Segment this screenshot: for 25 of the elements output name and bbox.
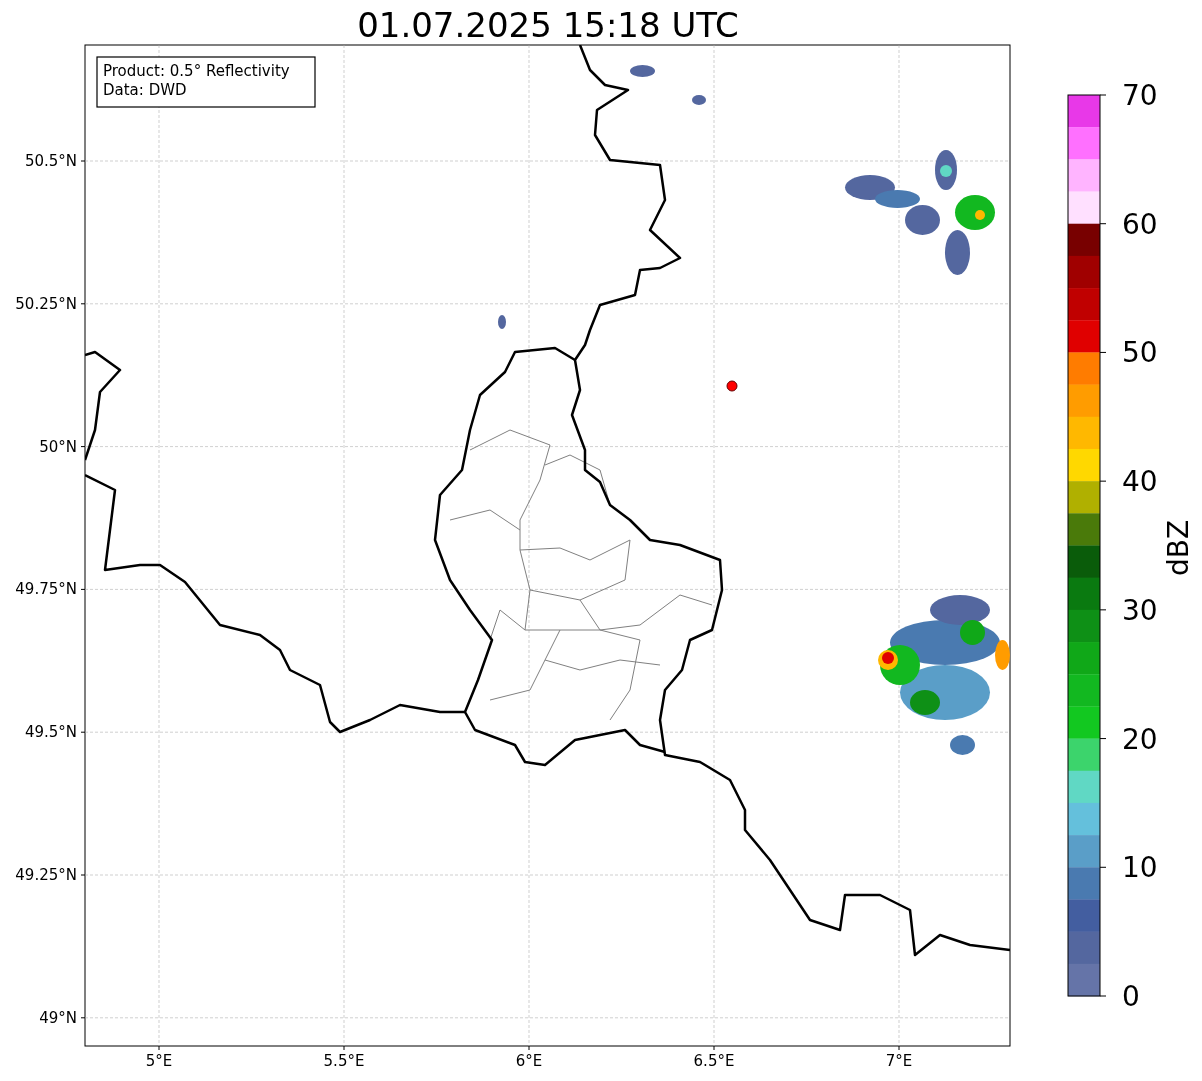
legend-text: Data: DWD (103, 81, 187, 99)
colorbar-tick-label: 20 (1122, 722, 1158, 756)
latitude-label: 49.5°N (24, 723, 77, 742)
figure-title: 01.07.2025 15:18 UTC (357, 5, 739, 45)
latitude-label: 49.75°N (15, 580, 77, 599)
latitude-label: 50.5°N (24, 152, 77, 170)
colorbar-tick-label: 30 (1122, 593, 1158, 627)
latitude-label: 50.25°N (15, 294, 77, 313)
latitude-label: 49.25°N (15, 866, 77, 884)
longitude-label: 5.5°E (323, 1052, 365, 1070)
colorbar-tick-label: 40 (1122, 465, 1158, 499)
colorbar-tick-label: 50 (1122, 336, 1158, 370)
longitude-label: 6°E (515, 1052, 543, 1070)
legend-text: Product: 0.5° Reflectivity (103, 62, 290, 80)
colorbar-tick-label: 0 (1122, 980, 1140, 1013)
latitude-label: 50°N (39, 437, 77, 456)
colorbar-tick-label: 70 (1122, 79, 1158, 112)
longitude-label: 5°E (145, 1052, 173, 1070)
colorbar-tick-label: 60 (1122, 207, 1158, 241)
latitude-label: 49°N (39, 1008, 77, 1027)
colorbar-label: dBZ (1162, 519, 1195, 577)
colorbar-tick-label: 10 (1122, 851, 1158, 885)
station-marker-icon (726, 380, 738, 392)
longitude-label: 7°E (885, 1052, 913, 1070)
longitude-label: 6.5°E (693, 1052, 735, 1070)
